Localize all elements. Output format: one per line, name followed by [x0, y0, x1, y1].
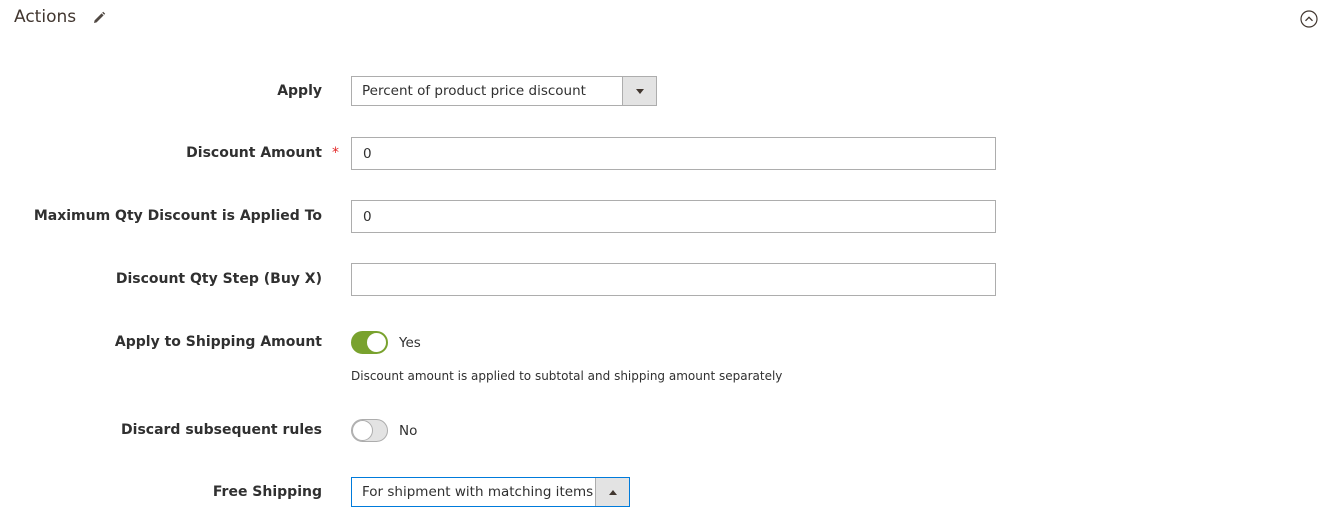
- max-qty-input[interactable]: [351, 200, 996, 233]
- toggle-knob: [352, 420, 373, 441]
- discard-rules-state: No: [399, 422, 418, 439]
- free-shipping-select[interactable]: For shipment with matching items: [351, 477, 630, 507]
- discount-amount-label: Discount Amount: [186, 145, 322, 161]
- discard-rules-control: No: [351, 419, 417, 442]
- toggle-knob: [366, 332, 387, 353]
- required-asterisk: *: [332, 145, 339, 161]
- apply-shipping-label: Apply to Shipping Amount: [114, 334, 322, 350]
- pencil-icon[interactable]: [92, 10, 106, 24]
- apply-select-value: Percent of product price discount: [362, 83, 586, 99]
- section-title: Actions: [14, 7, 77, 27]
- qty-step-label: Discount Qty Step (Buy X): [115, 271, 322, 287]
- apply-select[interactable]: Percent of product price discount: [351, 76, 657, 106]
- discard-rules-toggle[interactable]: [351, 419, 388, 442]
- apply-select-toggle[interactable]: [622, 77, 656, 105]
- max-qty-label: Maximum Qty Discount is Applied To: [33, 208, 322, 224]
- free-shipping-label: Free Shipping: [212, 484, 322, 500]
- apply-shipping-control: Yes: [351, 331, 421, 354]
- discard-rules-label: Discard subsequent rules: [121, 422, 322, 438]
- qty-step-input[interactable]: [351, 263, 996, 296]
- apply-shipping-note: Discount amount is applied to subtotal a…: [351, 369, 783, 383]
- discount-amount-input[interactable]: [351, 137, 996, 170]
- caret-up-icon: [608, 489, 617, 495]
- apply-shipping-state: Yes: [399, 334, 421, 351]
- chevron-up-circle-icon[interactable]: [1300, 10, 1318, 28]
- section-header: Actions: [14, 4, 106, 30]
- free-shipping-select-value: For shipment with matching items: [362, 484, 594, 500]
- apply-label: Apply: [277, 83, 322, 99]
- caret-down-icon: [635, 88, 644, 94]
- free-shipping-select-toggle[interactable]: [595, 478, 629, 506]
- apply-shipping-toggle[interactable]: [351, 331, 388, 354]
